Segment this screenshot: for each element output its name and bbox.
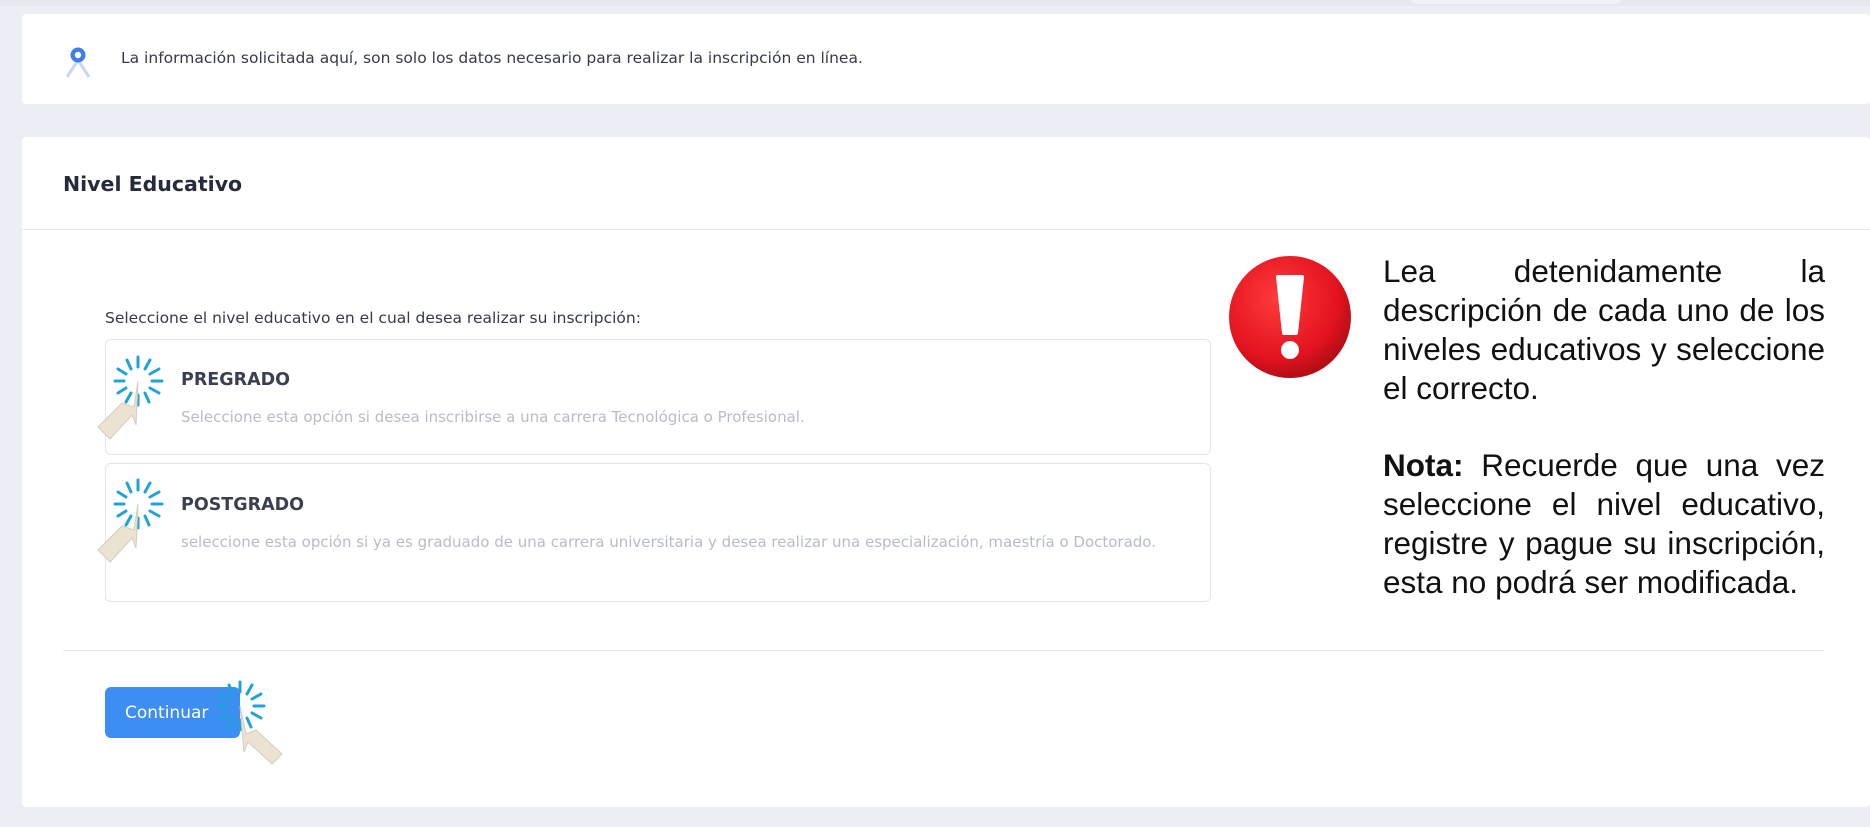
- location-pin-icon: [65, 47, 91, 78]
- option-pregrado[interactable]: PREGRADO Seleccione esta opción si desea…: [105, 339, 1211, 455]
- info-message: La información solicitada aquí, son solo…: [121, 49, 863, 67]
- click-hint-icon: [97, 478, 164, 563]
- note-paragraph: Lea detenidamente la descripción de cada…: [1383, 253, 1825, 406]
- card-title: Nivel Educativo: [63, 172, 243, 196]
- option-title: PREGRADO: [181, 370, 291, 390]
- option-postgrado[interactable]: POSTGRADO seleccione esta opción si ya e…: [105, 463, 1211, 602]
- footer-divider: [63, 650, 1824, 651]
- click-hint-icon: [97, 355, 164, 440]
- instructions-note: Lea detenidamente la descripción de cada…: [1383, 252, 1825, 602]
- exclamation-alert-icon: [1229, 256, 1351, 378]
- note-label: Nota:: [1383, 447, 1464, 483]
- selection-prompt: Seleccione el nivel educativo en el cual…: [105, 309, 641, 327]
- top-tab: [1412, 0, 1620, 4]
- option-description: seleccione esta opción si ya es graduado…: [181, 533, 1156, 551]
- option-description: Seleccione esta opción si desea inscribi…: [181, 408, 805, 426]
- option-title: POSTGRADO: [181, 495, 305, 515]
- header-divider: [22, 229, 1870, 230]
- note-paragraph: Nota: Recuerde que una vez seleccione el…: [1383, 446, 1825, 602]
- click-hint-icon: [215, 680, 283, 765]
